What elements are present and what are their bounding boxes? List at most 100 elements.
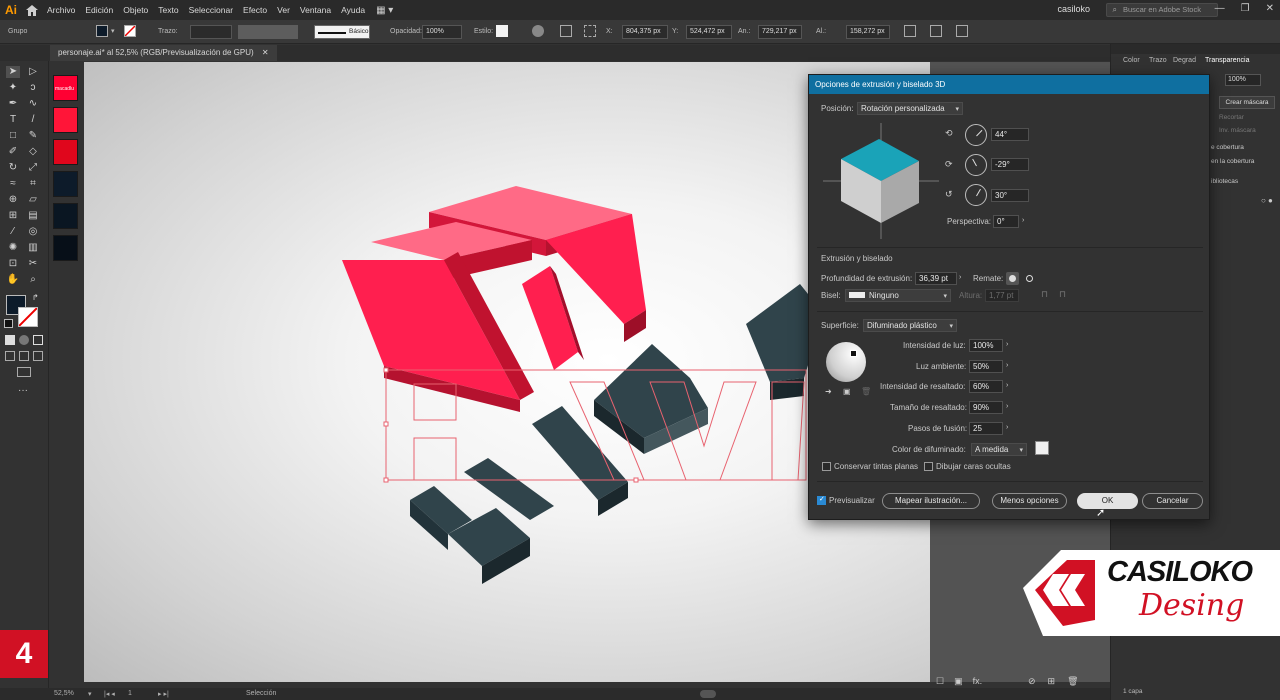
column-graph-icon[interactable]: ▥: [26, 242, 40, 254]
depth-slider-icon[interactable]: ›: [959, 274, 961, 281]
position-select[interactable]: Rotación personalizada ▾: [857, 102, 963, 115]
new-light-icon[interactable]: ▣: [843, 387, 851, 396]
slider-icon[interactable]: ›: [1006, 362, 1008, 369]
new-sublayer-icon[interactable]: ☐: [936, 676, 944, 687]
home-icon[interactable]: [22, 0, 42, 20]
paintbrush-icon[interactable]: ✎: [26, 130, 40, 142]
no-entry-icon[interactable]: ⊘: [1028, 676, 1036, 687]
rotate-z-dial[interactable]: [965, 184, 987, 206]
swatch-2[interactable]: [53, 107, 78, 133]
screen-mode-icon[interactable]: [17, 367, 31, 377]
transparency-opacity-field[interactable]: 100%: [1225, 74, 1261, 86]
knockout-label-1[interactable]: e cobertura: [1211, 144, 1244, 151]
menu-ayuda[interactable]: Ayuda: [336, 5, 370, 15]
slider-icon[interactable]: ›: [1006, 403, 1008, 410]
curvature-tool-icon[interactable]: ∿: [26, 98, 40, 110]
blend-tool-icon[interactable]: ◎: [26, 226, 40, 238]
height-field[interactable]: 158,272 px: [846, 25, 890, 39]
draw-inside-icon[interactable]: [33, 351, 43, 361]
slice-tool-icon[interactable]: ✂: [26, 258, 40, 270]
tab-color[interactable]: Color: [1123, 57, 1140, 64]
menu-archivo[interactable]: Archivo: [42, 5, 80, 15]
swatch-4[interactable]: [53, 171, 78, 197]
minimize-icon[interactable]: —: [1215, 3, 1225, 14]
first-artboard-icon[interactable]: |◂ ◂: [104, 690, 115, 698]
tab-transparency[interactable]: Transparencia: [1205, 57, 1250, 64]
width-field[interactable]: 729,217 px: [758, 25, 802, 39]
opacity-field[interactable]: 100%: [422, 25, 462, 39]
perspective-grid-icon[interactable]: ▱: [26, 194, 40, 206]
slider-icon[interactable]: ›: [1006, 424, 1008, 431]
transform-icon[interactable]: [904, 25, 916, 37]
next-artboard-icon[interactable]: ▸ ▸|: [158, 690, 169, 698]
close-icon[interactable]: ✕: [1266, 3, 1274, 14]
swatch-3[interactable]: [53, 139, 78, 165]
blend-steps-field[interactable]: 25: [969, 422, 1003, 435]
knockout-label-2[interactable]: en la cobertura: [1211, 158, 1254, 165]
rotate-z-field[interactable]: 30°: [991, 189, 1029, 202]
symbol-sprayer-icon[interactable]: ✺: [6, 242, 20, 254]
swatch-6[interactable]: [53, 235, 78, 261]
stroke-swatch[interactable]: [124, 25, 136, 37]
slider-icon[interactable]: ›: [1006, 382, 1008, 389]
highlight-size-field[interactable]: 90%: [969, 401, 1003, 414]
type-tool-icon[interactable]: T: [6, 114, 20, 126]
color-mode-icon[interactable]: [5, 335, 15, 345]
draw-normal-icon[interactable]: [5, 351, 15, 361]
rotate-x-dial[interactable]: [965, 124, 987, 146]
cancel-button[interactable]: Cancelar: [1142, 493, 1203, 509]
libraries-tab[interactable]: ibliotecas: [1211, 178, 1238, 185]
align-icon[interactable]: [560, 25, 572, 37]
zoom-tool-icon[interactable]: ⌕: [26, 274, 40, 286]
perspective-slider-icon[interactable]: ›: [1022, 217, 1024, 224]
artwork[interactable]: [84, 62, 930, 682]
isolate-icon[interactable]: [930, 25, 942, 37]
variable-width-profile[interactable]: [238, 25, 298, 39]
rectangle-tool-icon[interactable]: □: [6, 130, 20, 142]
scale-tool-icon[interactable]: ⤢: [26, 162, 40, 174]
workspace-switcher-icon[interactable]: ▦ ▾: [376, 5, 393, 16]
rotate-y-field[interactable]: -29°: [991, 158, 1029, 171]
light-source-handle[interactable]: [850, 350, 857, 357]
swatch-1[interactable]: macadlu: [53, 75, 78, 101]
menu-objeto[interactable]: Objeto: [118, 5, 153, 15]
highlight-intensity-field[interactable]: 60%: [969, 380, 1003, 393]
warp-tool-icon[interactable]: ≈: [6, 178, 20, 190]
graphic-style-swatch[interactable]: [496, 25, 508, 37]
depth-field[interactable]: 36,39 pt: [915, 272, 957, 285]
shading-color-select[interactable]: A medida ▾: [971, 443, 1027, 456]
menu-ventana[interactable]: Ventana: [295, 5, 336, 15]
menu-seleccionar[interactable]: Seleccionar: [184, 5, 238, 15]
reference-point-icon[interactable]: [584, 25, 596, 37]
chevron-down-icon[interactable]: ▾: [111, 27, 115, 35]
pen-tool-icon[interactable]: ✒: [6, 98, 20, 110]
gradient-mode-icon[interactable]: [19, 335, 29, 345]
hive-logo-3d[interactable]: [342, 186, 646, 412]
map-art-button[interactable]: Mapear ilustración...: [882, 493, 980, 509]
slider-icon[interactable]: ›: [1006, 341, 1008, 348]
draw-hidden-checkbox[interactable]: [924, 462, 933, 471]
fewer-options-button[interactable]: Menos opciones: [992, 493, 1067, 509]
tab-gradient[interactable]: Degrad: [1173, 57, 1196, 64]
eraser-icon[interactable]: ◇: [26, 146, 40, 158]
clip-mask-icon[interactable]: ▣: [954, 676, 963, 687]
zoom-chevron-icon[interactable]: ▾: [88, 690, 92, 698]
perspective-field[interactable]: 0°: [993, 215, 1019, 228]
line-tool-icon[interactable]: /: [26, 114, 40, 126]
artboard-tool-icon[interactable]: ⊡: [6, 258, 20, 270]
rotate-tool-icon[interactable]: ↻: [6, 162, 20, 174]
more-tools-icon[interactable]: ···: [18, 385, 28, 396]
document-tab[interactable]: personaje.ai* al 52,5% (RGB/Previsualiza…: [50, 45, 277, 61]
trash-icon[interactable]: 🗑: [1067, 676, 1078, 687]
invert-mask-label[interactable]: Inv. máscara: [1219, 127, 1256, 134]
stock-search-input[interactable]: Buscar en Adobe Stock: [1106, 3, 1218, 17]
swatch-5[interactable]: [53, 203, 78, 229]
light-sphere[interactable]: [826, 342, 866, 382]
rotate-x-field[interactable]: 44°: [991, 128, 1029, 141]
cap-on-icon[interactable]: [1006, 272, 1019, 285]
y-field[interactable]: 524,472 px: [686, 25, 732, 39]
recolor-icon[interactable]: [532, 25, 544, 37]
magic-wand-icon[interactable]: ✦: [6, 82, 20, 94]
close-tab-icon[interactable]: ✕: [262, 48, 269, 57]
lasso-icon[interactable]: ↄ: [26, 82, 40, 94]
